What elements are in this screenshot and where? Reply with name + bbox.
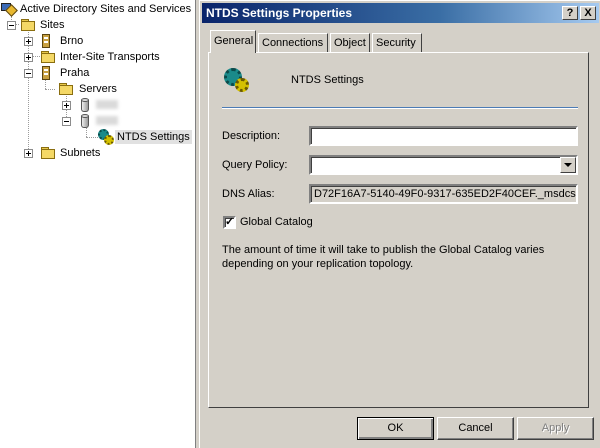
description-input[interactable] bbox=[309, 126, 578, 146]
tree-item-ntds-settings[interactable]: NTDS Settings bbox=[0, 129, 200, 145]
tree-item-server-1[interactable] bbox=[0, 97, 200, 113]
collapse-icon[interactable] bbox=[7, 21, 16, 30]
redacted-label bbox=[96, 116, 118, 125]
close-icon: X bbox=[584, 7, 592, 19]
expand-icon[interactable] bbox=[24, 37, 33, 46]
info-line: depending on your replication topology. bbox=[222, 258, 414, 270]
tree-item-praha[interactable]: Praha bbox=[0, 65, 200, 81]
close-button[interactable]: X bbox=[580, 6, 596, 20]
global-catalog-info: The amount of time it will take to publi… bbox=[222, 243, 582, 271]
tree-item-label: Subnets bbox=[60, 147, 101, 159]
dns-alias-label: DNS Alias: bbox=[222, 188, 275, 200]
check-icon: ✓ bbox=[225, 216, 235, 228]
expand-icon[interactable] bbox=[24, 53, 33, 62]
tree-item-inter-site-transports[interactable]: Inter-Site Transports bbox=[0, 49, 200, 65]
cancel-button[interactable]: Cancel bbox=[437, 417, 514, 440]
tree-item-label: Sites bbox=[40, 19, 65, 31]
expand-icon[interactable] bbox=[24, 149, 33, 158]
server-icon bbox=[80, 114, 90, 129]
tab-general[interactable]: General bbox=[210, 30, 256, 53]
tree-item-label: NTDS Settings bbox=[115, 130, 192, 144]
tree-item-label: Inter-Site Transports bbox=[60, 51, 160, 63]
properties-dialog: NTDS Settings Properties ? X General Con… bbox=[199, 0, 600, 448]
general-tab-panel: NTDS Settings Description: Query Policy:… bbox=[208, 52, 589, 408]
collapse-icon[interactable] bbox=[24, 69, 33, 78]
help-icon: ? bbox=[566, 7, 574, 19]
folder-icon bbox=[40, 146, 56, 160]
tree-item-sites[interactable]: Sites bbox=[0, 17, 200, 33]
tab-connections[interactable]: Connections bbox=[258, 33, 328, 53]
tab-label: General bbox=[214, 35, 254, 47]
chevron-down-icon[interactable] bbox=[560, 157, 576, 173]
tree-item-label: Servers bbox=[79, 83, 117, 95]
help-button[interactable]: ? bbox=[562, 6, 578, 20]
title-bar[interactable]: NTDS Settings Properties ? X bbox=[202, 3, 599, 23]
query-policy-label: Query Policy: bbox=[222, 159, 288, 171]
active-directory-icon bbox=[1, 2, 18, 17]
folder-icon bbox=[40, 50, 56, 64]
tab-label: Connections bbox=[262, 37, 324, 49]
ok-button[interactable]: OK bbox=[357, 417, 434, 440]
ntds-settings-icon bbox=[98, 129, 114, 145]
server-icon bbox=[80, 98, 90, 113]
tab-object[interactable]: Object bbox=[330, 33, 370, 53]
object-name: NTDS Settings bbox=[291, 74, 364, 86]
apply-button[interactable]: Apply bbox=[517, 417, 594, 440]
tree-item-subnets[interactable]: Subnets bbox=[0, 145, 200, 161]
tree-item-brno[interactable]: Brno bbox=[0, 33, 200, 49]
site-icon bbox=[40, 34, 52, 48]
tab-security[interactable]: Security bbox=[372, 33, 422, 53]
tree-item-label: Praha bbox=[60, 67, 90, 79]
ntds-settings-icon bbox=[222, 66, 252, 96]
separator-line bbox=[222, 107, 578, 109]
tab-label: Security bbox=[376, 37, 416, 49]
dns-alias-field[interactable]: D72F16A7-5140-49F0-9317-635ED2F40CEF._ms… bbox=[309, 184, 578, 204]
ok-label: OK bbox=[387, 422, 404, 434]
apply-label: Apply bbox=[541, 422, 570, 434]
global-catalog-checkbox[interactable]: ✓ bbox=[223, 216, 236, 229]
tree-root-label: Active Directory Sites and Services [ bbox=[20, 3, 198, 15]
dialog-title: NTDS Settings Properties bbox=[206, 6, 353, 20]
site-icon bbox=[40, 66, 52, 80]
info-line: The amount of time it will take to publi… bbox=[222, 244, 545, 256]
folder-icon bbox=[58, 82, 74, 96]
description-label: Description: bbox=[222, 130, 281, 142]
query-policy-select[interactable] bbox=[309, 155, 578, 175]
folder-icon bbox=[20, 18, 36, 32]
cancel-label: Cancel bbox=[458, 422, 493, 434]
global-catalog-label: Global Catalog bbox=[240, 216, 313, 228]
tree-item-label: Brno bbox=[60, 35, 84, 47]
tree-item-server-2[interactable] bbox=[0, 113, 200, 129]
redacted-label bbox=[96, 100, 118, 109]
collapse-icon[interactable] bbox=[62, 117, 71, 126]
tab-label: Object bbox=[334, 37, 366, 49]
tree-item-servers[interactable]: Servers bbox=[0, 81, 200, 97]
expand-icon[interactable] bbox=[62, 101, 71, 110]
console-tree: Active Directory Sites and Services [ Si… bbox=[0, 0, 200, 448]
tree-root[interactable]: Active Directory Sites and Services [ bbox=[0, 1, 200, 17]
